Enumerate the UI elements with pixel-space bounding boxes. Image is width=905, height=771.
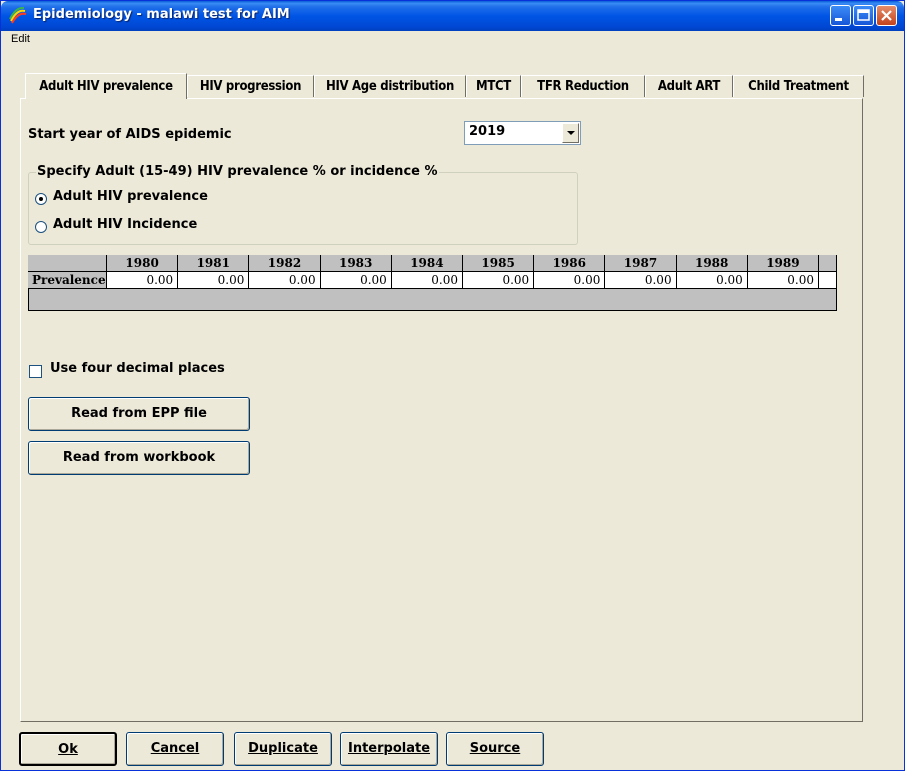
source-button[interactable]: Source bbox=[446, 732, 544, 766]
read-epp-button[interactable]: Read from EPP file bbox=[28, 397, 250, 431]
radio-adult-hiv-incidence[interactable] bbox=[35, 221, 47, 233]
grid-year-header: 1987 bbox=[605, 255, 677, 272]
grid-cells: 1980 1981 1982 1983 1984 1985 1986 1987 1988 1989… bbox=[28, 255, 837, 291]
start-year-value: 2019 bbox=[469, 124, 506, 139]
interpolate-label: Interpolate bbox=[347, 741, 431, 756]
radio-adult-hiv-prevalence[interactable] bbox=[35, 193, 47, 205]
grid-value-cell[interactable]: 0.00 bbox=[747, 272, 819, 289]
four-decimals-label: Use four decimal places bbox=[50, 361, 225, 376]
tab-mtct[interactable]: MTCT bbox=[466, 75, 521, 97]
menu-bar: Edit bbox=[1, 31, 904, 49]
close-button[interactable] bbox=[876, 5, 897, 26]
tab-adult-art[interactable]: Adult ART bbox=[645, 75, 733, 97]
grid-value-cell[interactable]: 0.00 bbox=[391, 272, 463, 289]
title-bar[interactable]: Epidemiology - malawi test for AIM bbox=[1, 1, 904, 31]
specify-groupbox bbox=[28, 172, 578, 245]
grid-value-cell[interactable]: 0.00 bbox=[249, 272, 321, 289]
menu-edit[interactable]: Edit bbox=[11, 33, 30, 45]
grid-value-cell[interactable]: 0.00 bbox=[676, 272, 748, 289]
source-label: Source bbox=[469, 741, 521, 756]
radio-label-incidence: Adult HIV Incidence bbox=[53, 217, 198, 232]
grid-filler-cell bbox=[819, 255, 837, 272]
tab-hiv-progression[interactable]: HIV progression bbox=[187, 75, 314, 97]
cancel-label: Cancel bbox=[150, 741, 200, 756]
tab-tfr-reduction[interactable]: TFR Reduction bbox=[521, 75, 645, 97]
maximize-button[interactable] bbox=[853, 5, 874, 26]
grid-value-cell[interactable]: 0.00 bbox=[178, 272, 250, 289]
maximize-icon bbox=[857, 9, 870, 21]
app-icon bbox=[9, 7, 27, 24]
grid-year-header: 1984 bbox=[391, 255, 463, 272]
read-workbook-button[interactable]: Read from workbook bbox=[28, 441, 250, 475]
grid-value-cell[interactable]: 0.00 bbox=[107, 272, 179, 289]
grid-year-header: 1982 bbox=[249, 255, 321, 272]
close-icon bbox=[881, 10, 892, 21]
grid-value-cell[interactable]: 0.00 bbox=[605, 272, 677, 289]
cancel-button[interactable]: Cancel bbox=[126, 732, 224, 766]
start-year-label: Start year of AIDS epidemic bbox=[28, 127, 232, 142]
tab-adult-hiv-prevalence[interactable]: Adult HIV prevalence bbox=[25, 73, 187, 99]
grid-year-header: 1980 bbox=[107, 255, 179, 272]
grid-value-cell[interactable]: 0.00 bbox=[534, 272, 606, 289]
grid-value-cell[interactable]: 0.00 bbox=[463, 272, 535, 289]
ok-button[interactable]: Ok bbox=[19, 732, 117, 766]
chevron-down-icon[interactable] bbox=[562, 123, 579, 143]
duplicate-button[interactable]: Duplicate bbox=[234, 732, 332, 766]
radio-label-prevalence: Adult HIV prevalence bbox=[53, 189, 208, 204]
minimize-button[interactable] bbox=[830, 5, 851, 26]
ok-label: Ok bbox=[58, 742, 78, 757]
epidemiology-window: Epidemiology - malawi test for AIM Edit … bbox=[0, 0, 905, 771]
grid-corner-cell bbox=[28, 255, 107, 272]
four-decimals-checkbox[interactable] bbox=[29, 365, 42, 378]
window-title: Epidemiology - malawi test for AIM bbox=[33, 7, 290, 22]
interpolate-button[interactable]: Interpolate bbox=[340, 732, 438, 766]
grid-year-header: 1981 bbox=[178, 255, 250, 272]
specify-group-title: Specify Adult (15-49) HIV prevalence % o… bbox=[36, 164, 439, 179]
grid-filler-cell bbox=[819, 272, 837, 289]
grid-row-label: Prevalence bbox=[28, 272, 107, 289]
grid-year-header: 1988 bbox=[676, 255, 748, 272]
start-year-select[interactable]: 2019 bbox=[464, 121, 581, 145]
grid-year-header: 1989 bbox=[747, 255, 819, 272]
grid-value-cell[interactable]: 0.00 bbox=[320, 272, 392, 289]
grid-year-header: 1986 bbox=[534, 255, 606, 272]
tab-child-treatment[interactable]: Child Treatment bbox=[733, 75, 864, 97]
minimize-icon bbox=[835, 18, 842, 21]
duplicate-label: Duplicate bbox=[248, 741, 318, 756]
grid-year-header: 1985 bbox=[463, 255, 535, 272]
tab-hiv-age-distribution[interactable]: HIV Age distribution bbox=[314, 75, 466, 97]
grid-year-header: 1983 bbox=[320, 255, 392, 272]
